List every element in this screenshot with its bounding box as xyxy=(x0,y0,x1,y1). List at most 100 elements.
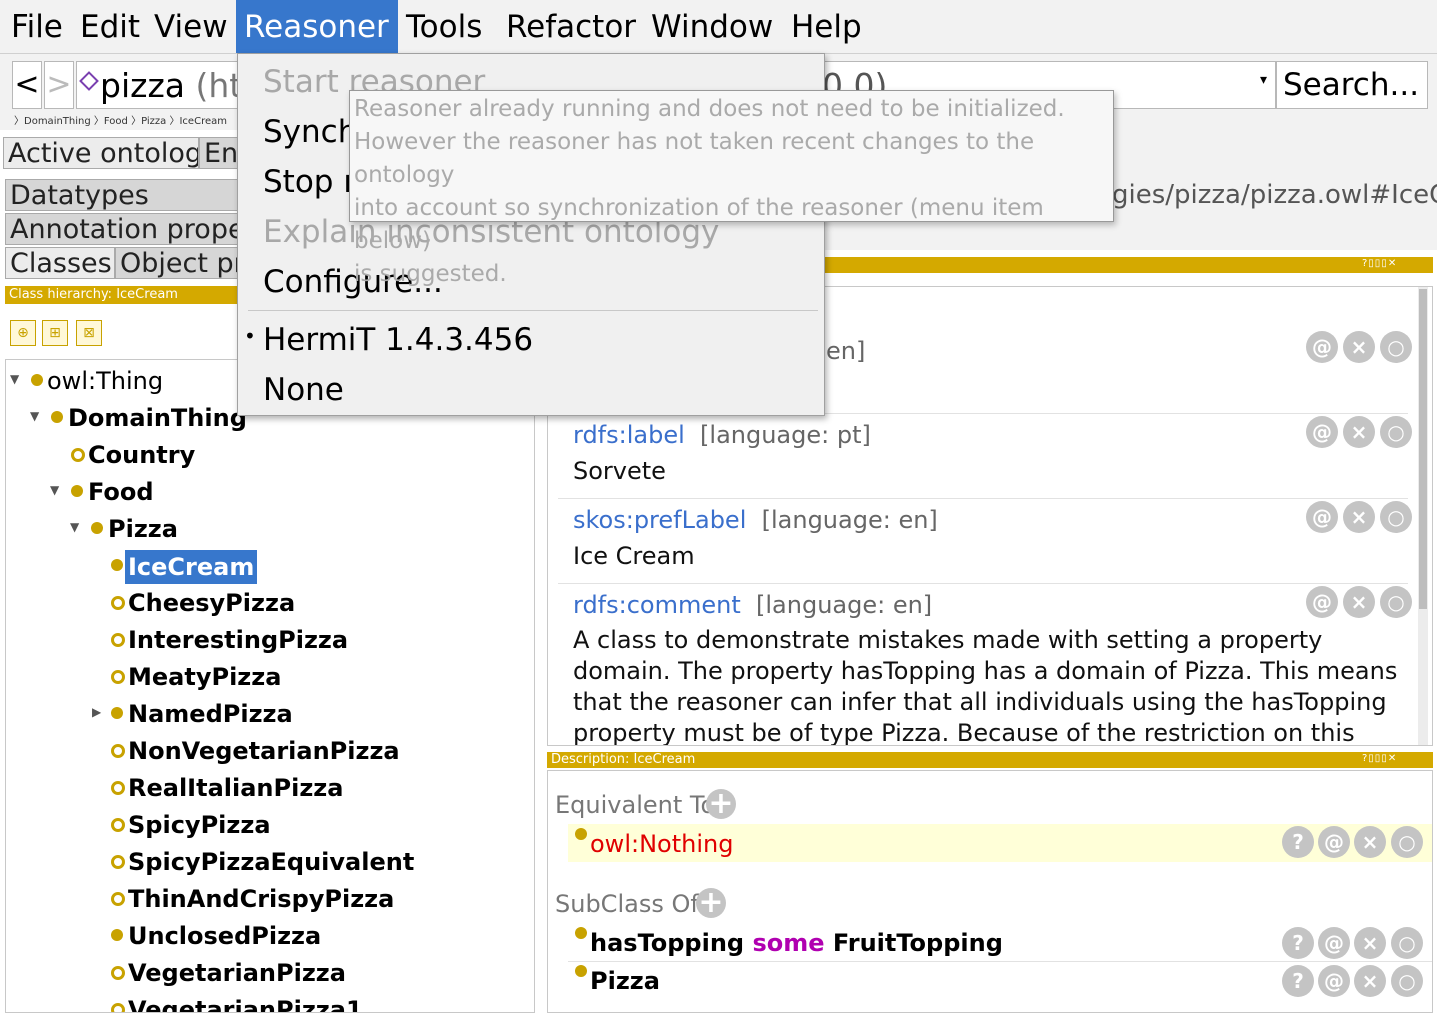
superclass-expression[interactable]: hasTopping some FruitTopping xyxy=(590,929,1003,957)
tree-node[interactable]: SpicyPizzaEquivalent xyxy=(128,847,414,877)
class-icon xyxy=(111,1003,125,1012)
class-icon xyxy=(31,374,43,386)
annotation-value: A class to demonstrate mistakes made wit… xyxy=(573,626,1398,746)
edit-icon[interactable]: ○ xyxy=(1380,501,1412,533)
breadcrumb-item[interactable]: Pizza xyxy=(141,116,166,127)
scrollbar[interactable] xyxy=(1418,287,1428,745)
class-icon xyxy=(91,522,103,534)
menu-refactor[interactable]: Refactor xyxy=(498,0,644,53)
breadcrumb-item[interactable]: DomainThing xyxy=(24,116,91,127)
add-equivalent-button[interactable]: + xyxy=(706,789,736,819)
tree-node[interactable]: VegetarianPizza xyxy=(128,958,346,988)
menu-reasoner[interactable]: Reasoner xyxy=(236,0,398,53)
delete-icon[interactable]: × xyxy=(1343,331,1375,363)
annotate-icon[interactable]: @ xyxy=(1318,927,1350,959)
delete-class-icon[interactable]: ⊠ xyxy=(76,320,102,346)
add-subclass-icon[interactable]: ⊕ xyxy=(10,320,36,346)
subclass-of-header: SubClass Of xyxy=(555,890,699,918)
class-icon xyxy=(111,818,125,832)
tree-node-owl-thing[interactable]: owl:Thing xyxy=(47,366,163,396)
menu-item-synchronize-reasoner[interactable]: Synch xyxy=(263,114,357,150)
menu-help[interactable]: Help xyxy=(783,0,870,53)
tab-entities[interactable]: En xyxy=(199,137,239,169)
tab-active-ontology[interactable]: Active ontology xyxy=(3,137,199,169)
annotate-icon[interactable]: @ xyxy=(1306,331,1338,363)
annotate-icon[interactable]: @ xyxy=(1306,416,1338,448)
tree-node[interactable]: Food xyxy=(88,477,154,507)
edit-icon[interactable]: ○ xyxy=(1391,826,1423,858)
menu-item-reasoner-none[interactable]: None xyxy=(263,372,344,408)
forward-button[interactable]: > xyxy=(44,61,74,109)
annotate-icon[interactable]: @ xyxy=(1306,501,1338,533)
tree-node[interactable]: RealItalianPizza xyxy=(128,773,343,803)
tree-node[interactable]: Pizza xyxy=(108,514,178,544)
collapse-icon[interactable]: ▼ xyxy=(10,372,19,386)
collapse-icon[interactable]: ▼ xyxy=(50,483,59,497)
menu-window[interactable]: Window xyxy=(643,0,781,53)
tree-node-selected[interactable]: IceCream xyxy=(125,550,258,584)
tree-node[interactable]: ThinAndCrispyPizza xyxy=(128,884,394,914)
tree-node[interactable]: NamedPizza xyxy=(128,699,293,729)
view-controls-icon[interactable]: ?▯▯▯✕ xyxy=(1362,753,1397,764)
tab-datatypes[interactable]: Datatypes xyxy=(5,179,240,211)
tab-classes[interactable]: Classes xyxy=(5,247,115,279)
chevron-down-icon[interactable]: ▾ xyxy=(1260,72,1267,88)
class-icon xyxy=(111,966,125,980)
menu-view[interactable]: View xyxy=(146,0,236,53)
breadcrumb-item[interactable]: Food xyxy=(104,116,128,127)
edit-icon[interactable]: ○ xyxy=(1380,586,1412,618)
menu-file[interactable]: File xyxy=(3,0,71,53)
annotate-icon[interactable]: @ xyxy=(1306,586,1338,618)
edit-icon[interactable]: ○ xyxy=(1380,416,1412,448)
annotation-property[interactable]: rdfs:label xyxy=(573,421,685,449)
annotation-property[interactable]: rdfs:comment xyxy=(573,591,741,619)
help-icon[interactable]: ? xyxy=(1282,965,1314,997)
tooltip-line: Reasoner already running and does not ne… xyxy=(354,96,1065,122)
add-sibling-icon[interactable]: ⊞ xyxy=(42,320,68,346)
delete-icon[interactable]: × xyxy=(1354,927,1386,959)
breadcrumb-item[interactable]: IceCream xyxy=(179,116,227,127)
menu-tools[interactable]: Tools xyxy=(398,0,490,53)
tab-annotation-properties[interactable]: Annotation propert xyxy=(5,213,240,245)
collapse-icon[interactable]: ▼ xyxy=(30,409,39,423)
superclass-expression[interactable]: Pizza xyxy=(590,967,660,995)
tree-node[interactable]: NonVegetarianPizza xyxy=(128,736,400,766)
class-icon xyxy=(51,411,63,423)
tree-node[interactable]: VegetarianPizza1 xyxy=(128,995,363,1012)
tree-node[interactable]: DomainThing xyxy=(68,403,247,433)
delete-icon[interactable]: × xyxy=(1354,826,1386,858)
view-controls-icon[interactable]: ?▯▯▯✕ xyxy=(1362,258,1397,269)
menu-item-stop-reasoner[interactable]: Stop r xyxy=(263,164,356,200)
annotation-language: [language: en] xyxy=(761,506,938,534)
equivalent-class[interactable]: owl:Nothing xyxy=(590,830,733,858)
annotate-icon[interactable]: @ xyxy=(1318,826,1350,858)
tree-node[interactable]: Country xyxy=(88,440,195,470)
help-icon[interactable]: ? xyxy=(1282,826,1314,858)
class-icon xyxy=(111,707,123,719)
class-icon xyxy=(575,828,587,840)
tree-node[interactable]: UnclosedPizza xyxy=(128,921,321,951)
annotation-property[interactable]: skos:prefLabel xyxy=(573,506,746,534)
delete-icon[interactable]: × xyxy=(1343,586,1375,618)
edit-icon[interactable]: ○ xyxy=(1391,927,1423,959)
help-icon[interactable]: ? xyxy=(1282,927,1314,959)
tree-node[interactable]: MeatyPizza xyxy=(128,662,281,692)
menu-edit[interactable]: Edit xyxy=(72,0,148,53)
edit-icon[interactable]: ○ xyxy=(1391,965,1423,997)
tree-node[interactable]: SpicyPizza xyxy=(128,810,271,840)
delete-icon[interactable]: × xyxy=(1343,416,1375,448)
expand-icon[interactable]: ▶ xyxy=(92,705,101,719)
annotation-language: [language: en] xyxy=(756,591,933,619)
delete-icon[interactable]: × xyxy=(1343,501,1375,533)
annotate-icon[interactable]: @ xyxy=(1318,965,1350,997)
tree-node[interactable]: CheesyPizza xyxy=(128,588,295,618)
menu-item-reasoner-hermit[interactable]: HermiT 1.4.3.456 xyxy=(263,322,533,358)
back-button[interactable]: < xyxy=(12,61,42,109)
edit-icon[interactable]: ○ xyxy=(1380,331,1412,363)
search-button[interactable]: Search... xyxy=(1276,61,1428,109)
tree-node[interactable]: InterestingPizza xyxy=(128,625,348,655)
tab-object-properties[interactable]: Object pro xyxy=(115,247,240,279)
collapse-icon[interactable]: ▼ xyxy=(70,520,79,534)
delete-icon[interactable]: × xyxy=(1354,965,1386,997)
add-superclass-button[interactable]: + xyxy=(696,888,726,918)
